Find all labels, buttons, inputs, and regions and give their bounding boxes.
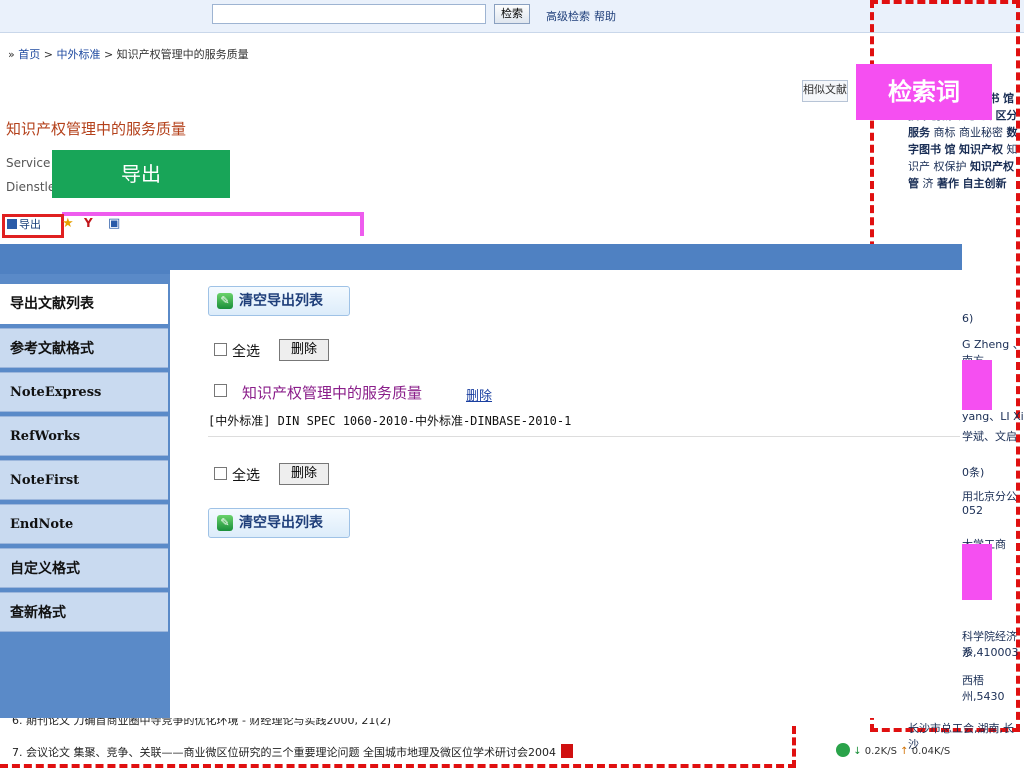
clear-export-list-label: 清空导出列表 [239,293,323,309]
highlight-block [962,360,992,410]
bookmark-icon[interactable]: ▣ [108,216,120,231]
upload-speed: 0.04K/S [911,746,951,757]
format-tab[interactable]: 查新格式 [0,592,168,632]
results-highlight-frame [0,726,796,768]
breadcrumb-category[interactable]: 中外标准 [56,48,100,61]
clear-list-icon: ✎ [217,293,233,309]
speed-status-bar: ↓ 0.2K/S ↑ 0.04K/S [836,740,966,764]
breadcrumb-prefix: » [8,48,15,61]
star-icon[interactable]: ★ [62,216,74,231]
clear-export-list-button[interactable]: ✎ 清空导出列表 [208,286,350,316]
clear-export-list-label: 清空导出列表 [239,515,323,531]
format-tab[interactable]: 导出文献列表 [0,284,168,324]
format-tab[interactable]: RefWorks [0,416,168,456]
download-arrow-icon: ↓ [853,746,862,757]
select-all-label: 全选 [232,468,260,484]
network-icon [836,743,850,757]
format-tab[interactable]: 参考文献格式 [0,328,168,368]
select-all-checkbox[interactable] [214,343,227,356]
right-column-text: G Zheng 、 [962,338,1024,351]
export-item-meta: [中外标准] DIN SPEC 1060-2010-中外标准-DINBASE-2… [208,414,572,428]
select-all-checkbox[interactable] [214,467,227,480]
delete-button[interactable]: 删除 [279,463,329,485]
export-item-title[interactable]: 知识产权管理中的服务质量 [242,382,422,403]
search-input[interactable] [212,4,486,24]
clear-list-icon: ✎ [217,515,233,531]
export-dialog: 导出文献列表 参考文献格式 NoteExpress RefWorks NoteFirst… [0,244,962,718]
dialog-body [170,270,962,718]
export-item-delete-link[interactable]: 删除 [466,385,492,404]
right-column-text: 6) [962,312,974,325]
delete-button[interactable]: 删除 [279,339,329,361]
right-column-text: 沙,410003 [962,646,1019,659]
export-icon [7,219,17,229]
format-tab[interactable]: EndNote [0,504,168,544]
share-icon[interactable]: Y [84,216,93,230]
download-speed: 0.2K/S [864,746,897,757]
keyword-annotation-callout: 检索词 [856,64,992,120]
search-button[interactable]: 检索 [494,4,530,24]
right-column-text: yang、LI Xi [962,410,1024,423]
breadcrumb-home[interactable]: 首页 [18,48,40,61]
divider [208,436,960,437]
right-column-text: 052 [962,504,983,517]
format-tab[interactable]: NoteFirst [0,460,168,500]
breadcrumb-separator: > [43,48,53,61]
right-column-text: 用北京分公 [962,490,1017,503]
breadcrumb-current: 知识产权管理中的服务质量 [116,48,249,61]
format-tab[interactable]: 自定义格式 [0,548,168,588]
export-toolbar-label: 导出 [19,218,41,231]
item-checkbox[interactable] [214,384,227,397]
export-annotation-callout: 导出 [52,150,230,198]
right-column-text: 0条) [962,466,985,479]
related-documents-button[interactable]: 相似文献 [802,80,848,102]
advanced-search-link[interactable]: 高级检索 [546,8,590,24]
highlight-block [962,544,992,600]
upload-arrow-icon: ↑ [900,746,909,757]
export-toolbar-button[interactable]: 导出 [2,214,64,238]
select-all-label: 全选 [232,344,260,360]
right-column-text: 西梧州,5430 [962,674,1005,703]
breadcrumb-separator: > [103,48,114,61]
help-link[interactable]: 帮助 [594,8,616,24]
format-tab[interactable]: NoteExpress [0,372,168,412]
document-title: 知识产权管理中的服务质量 [6,120,187,138]
right-column-text: 学斌、文启 [962,430,1017,443]
clear-export-list-button[interactable]: ✎ 清空导出列表 [208,508,350,538]
breadcrumb: » 首页 > 中外标准 > 知识产权管理中的服务质量 [8,46,249,62]
